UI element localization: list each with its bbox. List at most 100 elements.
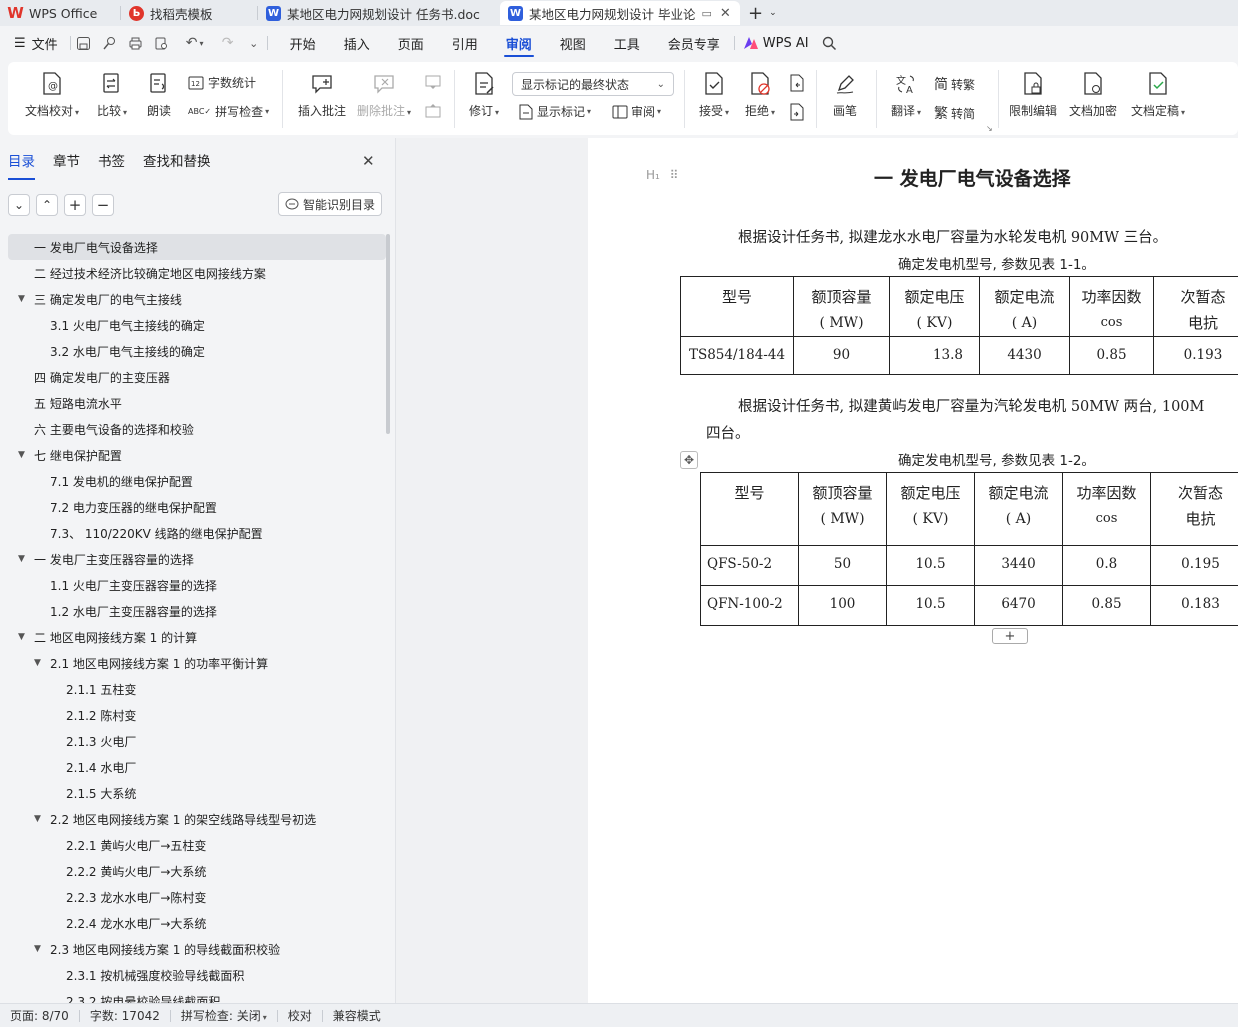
- restrict-edit-button[interactable]: 限制编辑: [1008, 72, 1058, 119]
- expand-triangle-icon[interactable]: ▼: [18, 450, 25, 460]
- tab-toc[interactable]: 目录: [8, 150, 35, 180]
- file-menu[interactable]: ☰ 文件: [0, 26, 70, 60]
- menu-member[interactable]: 会员专享: [654, 26, 734, 60]
- toc-item[interactable]: 2.1.3 火电厂: [8, 728, 386, 754]
- toc-item[interactable]: 3.2 水电厂电气主接线的确定: [8, 338, 386, 364]
- toc-item[interactable]: 2.1.5 大系统: [8, 780, 386, 806]
- collapse-down-button[interactable]: ⌄: [8, 194, 30, 216]
- to-simplified-button[interactable]: 繁 转简: [934, 103, 975, 123]
- expand-triangle-icon[interactable]: ▼: [34, 814, 41, 824]
- prev-comment-icon[interactable]: [424, 74, 442, 92]
- spell-check-status[interactable]: 拼写检查: 关闭 ▾: [171, 1007, 277, 1024]
- toc-item[interactable]: 2.2.3 龙水水电厂→陈村变: [8, 884, 386, 910]
- document-page[interactable]: H₁ ⠿ 一 发电厂电气设备选择 根据设计任务书, 拟建龙水水电厂容量为水轮发电…: [588, 138, 1238, 1003]
- next-change-icon[interactable]: [788, 103, 806, 121]
- panel-scrollbar[interactable]: [386, 234, 390, 434]
- menu-reference[interactable]: 引用: [438, 26, 492, 60]
- close-icon[interactable]: ✕: [720, 6, 731, 21]
- toc-item[interactable]: 五 短路电流水平: [8, 390, 386, 416]
- table-cell[interactable]: 90: [793, 336, 890, 375]
- expand-group-icon[interactable]: ↘: [986, 124, 993, 133]
- expand-triangle-icon[interactable]: ▼: [18, 554, 25, 564]
- menu-insert[interactable]: 插入: [330, 26, 384, 60]
- revise-button[interactable]: 修订 ▾: [464, 72, 504, 119]
- table-cell[interactable]: 10.5: [886, 585, 975, 626]
- smart-toc-button[interactable]: 智能识别目录: [278, 192, 382, 216]
- toc-item[interactable]: 2.2.1 黄屿火电厂→五柱变: [8, 832, 386, 858]
- tab-sections[interactable]: 章节: [53, 150, 80, 172]
- page-indicator[interactable]: 页面: 8/70: [0, 1007, 79, 1024]
- toc-item[interactable]: 2.1.4 水电厂: [8, 754, 386, 780]
- tab-wps-office[interactable]: W WPS Office: [0, 1, 120, 25]
- accept-button[interactable]: 接受 ▾: [694, 72, 734, 119]
- toc-item[interactable]: 3.1 火电厂电气主接线的确定: [8, 312, 386, 338]
- add-heading-button[interactable]: +: [64, 194, 86, 216]
- toc-item[interactable]: ▼ 一 发电厂主变压器容量的选择: [8, 546, 386, 572]
- expand-triangle-icon[interactable]: ▼: [34, 658, 41, 668]
- review-pane-button[interactable]: 审阅 ▾: [612, 103, 661, 120]
- monitor-icon[interactable]: ▭: [701, 7, 711, 20]
- toc-item[interactable]: 1.1 火电厂主变压器容量的选择: [8, 572, 386, 598]
- toc-item[interactable]: 7.2 电力变压器的继电保护配置: [8, 494, 386, 520]
- expand-triangle-icon[interactable]: ▼: [34, 944, 41, 954]
- markup-state-select[interactable]: 显示标记的最终状态 ⌄: [512, 72, 674, 96]
- table-cell[interactable]: 0.193: [1153, 336, 1238, 375]
- read-aloud-button[interactable]: 朗读: [144, 72, 174, 119]
- add-table-row-button[interactable]: +: [992, 628, 1028, 644]
- table-cell[interactable]: 3440: [974, 545, 1063, 586]
- table-cell[interactable]: QFS-50-2: [700, 545, 799, 586]
- toc-item[interactable]: 1.2 水电厂主变压器容量的选择: [8, 598, 386, 624]
- new-tab-button[interactable]: + ⌄: [740, 1, 790, 25]
- table-cell[interactable]: 50: [798, 545, 887, 586]
- table-cell[interactable]: 0.8: [1062, 545, 1151, 586]
- encrypt-button[interactable]: 文档加密: [1068, 72, 1118, 119]
- table-cell[interactable]: QFN-100-2: [700, 585, 799, 626]
- toc-item[interactable]: 四 确定发电厂的主变压器: [8, 364, 386, 390]
- prev-change-icon[interactable]: [788, 74, 806, 92]
- format-painter-icon[interactable]: [97, 26, 123, 60]
- toc-item[interactable]: 2.1.2 陈村变: [8, 702, 386, 728]
- tab-bookmarks[interactable]: 书签: [98, 150, 125, 172]
- toc-item[interactable]: 2.2.2 黄屿火电厂→大系统: [8, 858, 386, 884]
- table-cell[interactable]: 0.85: [1069, 336, 1154, 375]
- remove-heading-button[interactable]: −: [92, 194, 114, 216]
- chevron-down-icon[interactable]: ⌄: [241, 26, 267, 60]
- table-cell[interactable]: 10.5: [886, 545, 975, 586]
- wps-ai-button[interactable]: WPS AI: [735, 26, 817, 60]
- word-count-indicator[interactable]: 字数: 17042: [80, 1007, 170, 1024]
- to-traditional-button[interactable]: 简 转繁: [934, 74, 975, 94]
- toc-item[interactable]: 2.2.4 龙水水电厂→大系统: [8, 910, 386, 936]
- table-cell[interactable]: TS854/184-44: [680, 336, 794, 375]
- spell-check-button[interactable]: ABC✓ 拼写检查 ▾: [188, 103, 269, 120]
- tab-find-replace[interactable]: 查找和替换: [143, 150, 211, 172]
- doc-check-button[interactable]: @ 文档校对 ▾: [22, 72, 82, 119]
- menu-start[interactable]: 开始: [276, 26, 330, 60]
- ink-button[interactable]: 画笔: [830, 72, 860, 119]
- table-cell[interactable]: 0.85: [1062, 585, 1151, 626]
- toc-item[interactable]: 六 主要电气设备的选择和校验: [8, 416, 386, 442]
- toc-item[interactable]: 二 经过技术经济比较确定地区电网接线方案: [8, 260, 386, 286]
- table-cell[interactable]: 0.195: [1150, 545, 1238, 586]
- toc-item[interactable]: 7.3、 110/220KV 线路的继电保护配置: [8, 520, 386, 546]
- print-icon[interactable]: [123, 26, 149, 60]
- finalize-button[interactable]: 文档定稿 ▾: [1128, 72, 1188, 119]
- save-icon[interactable]: [71, 26, 97, 60]
- tab-document-thesis[interactable]: W 某地区电力网规划设计 毕业论 ▭ ✕: [500, 1, 740, 25]
- expand-triangle-icon[interactable]: ▼: [18, 294, 25, 304]
- toc-item[interactable]: ▼ 七 继电保护配置: [8, 442, 386, 468]
- reject-button[interactable]: 拒绝 ▾: [740, 72, 780, 119]
- insert-comment-button[interactable]: 插入批注: [294, 72, 350, 119]
- expand-triangle-icon[interactable]: ▼: [18, 632, 25, 642]
- redo-icon[interactable]: ↷: [215, 26, 241, 60]
- table-cell[interactable]: 13.8: [889, 336, 980, 375]
- menu-tools[interactable]: 工具: [600, 26, 654, 60]
- table-move-handle-icon[interactable]: ✥: [680, 451, 698, 469]
- toc-item[interactable]: 2.3.1 按机械强度校验导线截面积: [8, 962, 386, 988]
- toc-item[interactable]: ▼ 三 确定发电厂的电气主接线: [8, 286, 386, 312]
- table-cell[interactable]: 6470: [974, 585, 1063, 626]
- search-icon[interactable]: [817, 26, 843, 60]
- table-cell[interactable]: 4430: [979, 336, 1070, 375]
- delete-comment-button[interactable]: 删除批注 ▾: [354, 72, 414, 119]
- heading-marker[interactable]: H₁ ⠿: [646, 168, 678, 182]
- collapse-up-button[interactable]: ⌃: [36, 194, 58, 216]
